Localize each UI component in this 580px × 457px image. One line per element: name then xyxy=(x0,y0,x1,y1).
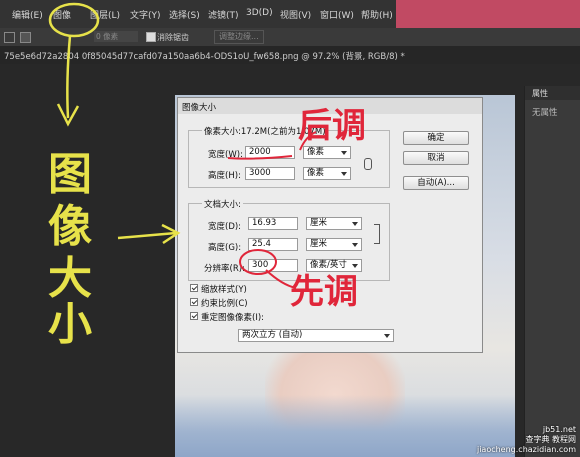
annotation-image-size-char-1: 图 xyxy=(48,149,92,200)
image-menu-circle xyxy=(48,2,100,38)
right-arrow-shaft xyxy=(117,231,177,240)
down-arrow-shaft xyxy=(66,35,72,119)
watermark-line-2: 查字典 教程网 xyxy=(525,435,576,444)
annotation-after-adjust: 后调 xyxy=(298,106,366,146)
annotation-first-adjust: 先调 xyxy=(290,272,358,312)
width-underline xyxy=(227,155,293,160)
watermark-line-1: jb51.net xyxy=(542,425,576,434)
site-watermark: jb51.net 查字典 教程网 jiaocheng.chazidian.com xyxy=(477,425,576,455)
annotation-image-size-char-4: 小 xyxy=(48,299,92,350)
annotation-image-size-char-3: 大 xyxy=(48,253,92,304)
annotation-image-size-char-2: 像 xyxy=(48,201,92,252)
resolution-circle xyxy=(239,249,277,275)
watermark-line-3: jiaocheng.chazidian.com xyxy=(476,445,576,454)
